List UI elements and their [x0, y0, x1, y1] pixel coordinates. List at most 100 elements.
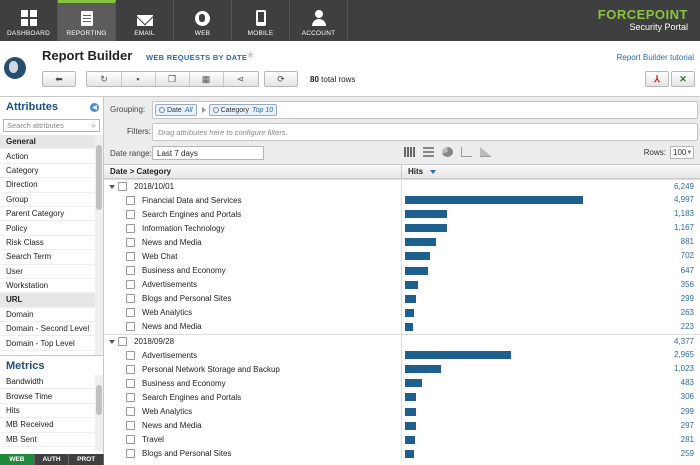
attribute-item[interactable]: Group	[0, 193, 95, 207]
table-row[interactable]: Web Analytics 299	[104, 404, 700, 419]
row-checkbox[interactable]	[126, 195, 135, 205]
tab-prot[interactable]: PROT	[69, 454, 105, 465]
row-checkbox[interactable]	[126, 266, 135, 276]
hits-value[interactable]: 1,023	[674, 364, 694, 373]
table-row[interactable]: Search Engines and Portals 1,183	[104, 207, 700, 222]
row-checkbox[interactable]	[126, 209, 135, 219]
metric-scrollbar[interactable]	[95, 375, 103, 451]
grouping-dropzone[interactable]: Date All Category Top 10	[152, 101, 698, 119]
hits-value[interactable]: 259	[681, 449, 694, 458]
nav-reporting[interactable]: REPORTING	[58, 0, 116, 41]
attribute-item[interactable]: Workstation	[0, 279, 95, 294]
line-chart-icon[interactable]	[461, 147, 472, 157]
row-checkbox[interactable]	[126, 435, 135, 445]
row-checkbox[interactable]	[118, 182, 127, 192]
grouping-pill-date[interactable]: Date All	[155, 104, 197, 116]
table-row[interactable]: Advertisements 356	[104, 277, 700, 292]
table-row[interactable]: Information Technology 1,167	[104, 221, 700, 236]
search-attributes-input[interactable]: Search attributes ⌕	[3, 119, 100, 132]
metric-item[interactable]: Browse Time	[0, 389, 95, 404]
expand-toggle-icon[interactable]	[109, 184, 115, 189]
row-checkbox[interactable]	[126, 322, 135, 332]
metric-item[interactable]: MB Received	[0, 418, 95, 433]
table-row[interactable]: Search Engines and Portals 306	[104, 390, 700, 405]
metric-item[interactable]: Bandwidth	[0, 375, 95, 390]
row-checkbox[interactable]	[126, 378, 135, 388]
metric-item[interactable]: Hits	[0, 404, 95, 419]
hits-value[interactable]: 281	[681, 435, 694, 444]
bar-chart-icon[interactable]	[404, 147, 415, 157]
collapse-sidebar-icon[interactable]: ◀	[90, 102, 99, 112]
share-icon[interactable]: ⋖	[224, 72, 258, 86]
table-row[interactable]: Advertisements 2,965	[104, 348, 700, 363]
filters-dropzone[interactable]: Drag attributes here to configure filter…	[152, 123, 698, 141]
table-row[interactable]: News and Media 223	[104, 319, 700, 335]
hits-value[interactable]: 4,377	[674, 337, 694, 346]
date-range-select[interactable]: Last 7 days	[152, 146, 264, 160]
tab-web[interactable]: WEB	[0, 454, 35, 465]
attribute-item[interactable]: Action	[0, 149, 95, 164]
attribute-item[interactable]: User	[0, 265, 95, 279]
refresh-button[interactable]: ⟳	[264, 71, 298, 87]
row-checkbox[interactable]	[126, 280, 135, 290]
hits-value[interactable]: 306	[681, 392, 694, 401]
row-checkbox[interactable]	[126, 421, 135, 431]
attribute-scrollbar[interactable]	[95, 135, 103, 355]
row-checkbox[interactable]	[126, 407, 135, 417]
export-excel-button[interactable]: ✕	[671, 71, 695, 87]
expand-toggle-icon[interactable]	[109, 339, 115, 344]
table-row[interactable]: Business and Economy 647	[104, 263, 700, 278]
table-row[interactable]: Business and Economy 483	[104, 376, 700, 391]
horizontal-bar-chart-icon[interactable]	[423, 147, 434, 157]
table-row[interactable]: Travel 281	[104, 432, 700, 447]
copy-icon[interactable]: ❐	[156, 72, 190, 86]
refresh-save-icon[interactable]: ↻	[88, 72, 122, 86]
row-checkbox[interactable]	[126, 237, 135, 247]
tab-auth[interactable]: AUTH	[35, 454, 70, 465]
attribute-item[interactable]: Parent Category	[0, 207, 95, 222]
nav-account[interactable]: ACCOUNT	[290, 0, 348, 41]
column-header-dimension[interactable]: Date > Category	[104, 165, 402, 178]
row-checkbox[interactable]	[126, 392, 135, 402]
favorite-star-icon[interactable]: ★	[246, 50, 255, 61]
nav-email[interactable]: EMAIL	[116, 0, 174, 41]
attribute-item[interactable]: Policy	[0, 221, 95, 236]
save-icon[interactable]: ▪	[122, 72, 156, 86]
row-checkbox[interactable]	[118, 337, 127, 347]
pie-chart-icon[interactable]	[442, 147, 453, 157]
table-row-date[interactable]: 2018/10/01 6,249	[104, 179, 700, 194]
schedule-icon[interactable]: ▦	[190, 72, 224, 86]
area-chart-icon[interactable]	[480, 147, 491, 157]
hits-value[interactable]: 297	[681, 421, 694, 430]
hits-value[interactable]: 483	[681, 378, 694, 387]
row-checkbox[interactable]	[126, 294, 135, 304]
attribute-item[interactable]: Domain - Second Level	[0, 322, 95, 337]
row-checkbox[interactable]	[126, 364, 135, 374]
attribute-item[interactable]: Direction	[0, 178, 95, 193]
table-row[interactable]: Blogs and Personal Sites 259	[104, 446, 700, 461]
hits-value[interactable]: 1,167	[674, 223, 694, 232]
tutorial-link[interactable]: Report Builder tutorial	[617, 53, 694, 62]
table-row[interactable]: Financial Data and Services 4,997	[104, 193, 700, 208]
grouping-pill-category[interactable]: Category Top 10	[208, 104, 278, 116]
table-row[interactable]: Web Analytics 263	[104, 305, 700, 320]
attribute-item[interactable]: Risk Class	[0, 236, 95, 251]
hits-value[interactable]: 263	[681, 308, 694, 317]
attribute-item[interactable]: Domain - Top Level	[0, 336, 95, 351]
attribute-item[interactable]: Search Term	[0, 250, 95, 265]
table-row[interactable]: Personal Network Storage and Backup 1,023	[104, 362, 700, 377]
row-checkbox[interactable]	[126, 223, 135, 233]
attribute-item[interactable]: Category	[0, 164, 95, 179]
hits-value[interactable]: 4,997	[674, 195, 694, 204]
hits-value[interactable]: 223	[681, 322, 694, 331]
column-header-hits[interactable]: Hits	[402, 165, 700, 178]
hits-value[interactable]: 299	[681, 294, 694, 303]
table-row-date[interactable]: 2018/09/28 4,377	[104, 334, 700, 349]
table-row[interactable]: News and Media 297	[104, 418, 700, 433]
metric-item[interactable]: MB Sent	[0, 433, 95, 447]
hits-value[interactable]: 2,965	[674, 350, 694, 359]
hits-value[interactable]: 647	[681, 266, 694, 275]
nav-mobile[interactable]: MOBILE	[232, 0, 290, 41]
hits-value[interactable]: 702	[681, 251, 694, 260]
table-row[interactable]: Web Chat 702	[104, 249, 700, 264]
